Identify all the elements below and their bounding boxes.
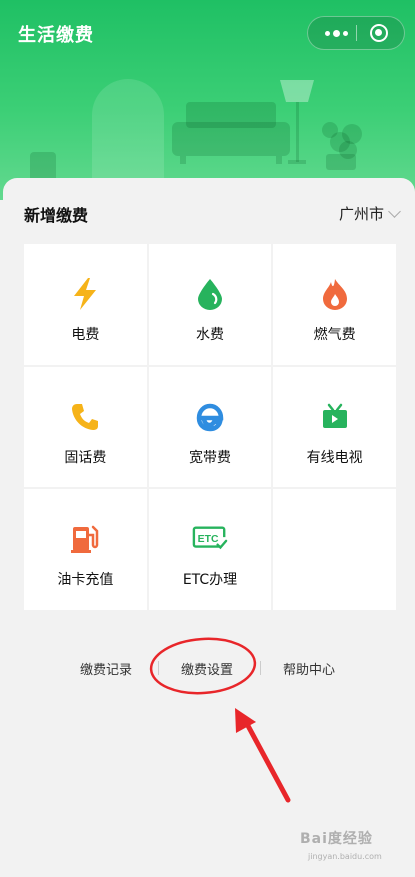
payment-settings-link[interactable]: 缴费设置 <box>181 659 233 678</box>
capsule-divider <box>356 25 357 41</box>
service-electricity[interactable]: 电费 <box>24 244 147 365</box>
payment-panel: 新增缴费 广州市 电费 水费 燃气费 固话费 宽带费 有线电视 油卡充值 ETC… <box>3 178 415 877</box>
service-gas[interactable]: 燃气费 <box>273 244 396 365</box>
lightning-icon <box>67 276 103 312</box>
help-center-link[interactable]: 帮助中心 <box>283 659 335 678</box>
service-label: 燃气费 <box>313 327 356 343</box>
chevron-down-icon <box>388 205 401 218</box>
water-drop-icon <box>192 276 228 312</box>
city-label: 广州市 <box>338 205 384 223</box>
target-close-icon[interactable] <box>370 24 388 42</box>
service-broadband[interactable]: 宽带费 <box>148 366 272 488</box>
service-grid: 电费 水费 燃气费 固话费 宽带费 有线电视 油卡充值 ETC ETC办理 <box>24 244 396 610</box>
flame-icon <box>317 276 353 312</box>
service-label: 固话费 <box>64 449 107 466</box>
service-water[interactable]: 水费 <box>148 244 272 365</box>
watermark: Bai度经验 <box>300 831 373 847</box>
ie-browser-icon <box>192 399 228 435</box>
service-label: 电费 <box>71 327 100 343</box>
app-title: 生活缴费 <box>18 25 94 46</box>
watermark-url: jingyan.baidu.com <box>308 852 382 861</box>
service-label: ETC办理 <box>182 572 238 589</box>
gas-pump-icon <box>67 521 103 557</box>
bottom-links: 缴费记录 缴费设置 帮助中心 <box>3 648 415 688</box>
tv-icon <box>317 399 353 435</box>
service-cable-tv[interactable]: 有线电视 <box>273 366 396 488</box>
service-label: 有线电视 <box>306 449 363 466</box>
empty-cell <box>273 489 396 610</box>
service-label: 宽带费 <box>188 449 231 466</box>
service-landline[interactable]: 固话费 <box>24 366 147 488</box>
payment-records-link[interactable]: 缴费记录 <box>80 659 132 678</box>
section-title: 新增缴费 <box>24 206 89 225</box>
etc-icon: ETC <box>192 521 228 557</box>
link-divider <box>260 661 261 675</box>
service-etc[interactable]: ETC ETC办理 <box>148 489 272 610</box>
link-divider <box>158 661 159 675</box>
header-banner: 生活缴费 <box>0 0 415 200</box>
mini-program-capsule <box>307 16 405 50</box>
svg-text:ETC: ETC <box>198 534 219 545</box>
more-dots-icon[interactable] <box>316 17 356 49</box>
city-selector[interactable]: 广州市 <box>338 203 401 224</box>
service-fuel-card[interactable]: 油卡充值 <box>24 489 147 610</box>
phone-icon <box>67 399 103 435</box>
service-label: 油卡充值 <box>57 572 114 589</box>
service-label: 水费 <box>195 327 224 343</box>
